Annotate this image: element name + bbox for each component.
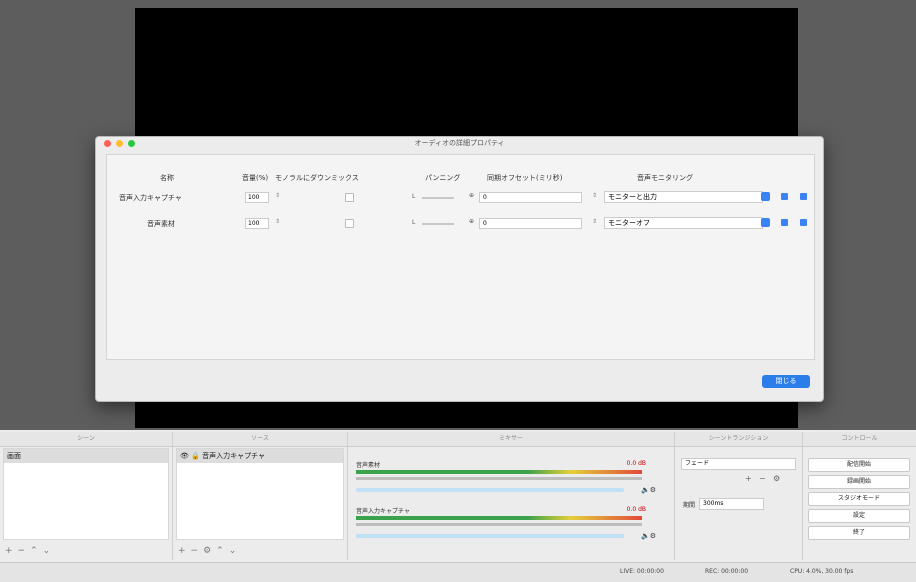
mixer-title: ミキサー — [348, 432, 674, 447]
move-down-icon[interactable]: ⌄ — [229, 546, 242, 556]
dialog-title: オーディオの詳細プロパティ — [414, 139, 505, 147]
row-name: 音声入力キャプチャ — [119, 194, 182, 202]
header-volume: 音量(%) — [242, 174, 269, 182]
scenes-dock: シーン 画面 +−⌃⌄ — [0, 432, 173, 560]
volume-meter — [356, 477, 642, 480]
source-label: 音声入力キャプチャ — [202, 452, 266, 460]
volume-input[interactable]: 100 — [245, 192, 269, 203]
start-streaming-button[interactable]: 配信開始 — [808, 458, 910, 472]
track-checkbox-icon[interactable] — [800, 193, 807, 200]
row-name: 音声素材 — [147, 220, 175, 228]
studio-mode-button[interactable]: スタジオモード — [808, 492, 910, 506]
audio-table: 名称 音量(%) モノラルにダウンミックス パンニング 同期オフセット(ミリ秒)… — [106, 154, 815, 360]
header-sync: 同期オフセット(ミリ秒) — [487, 174, 563, 182]
monitoring-select[interactable]: モニターと出力 — [604, 191, 763, 203]
sources-title: ソース — [173, 432, 347, 447]
remove-icon[interactable]: − — [759, 474, 766, 483]
move-up-icon[interactable]: ⌃ — [216, 546, 229, 556]
duration-input[interactable]: 300ms — [699, 498, 764, 510]
source-toolbar: +−⚙⌃⌄ — [178, 546, 241, 556]
sync-icon: ⊕ — [469, 218, 475, 225]
monitoring-select[interactable]: モニターオフ — [604, 217, 763, 229]
live-time: LIVE: 00:00:00 — [620, 568, 664, 575]
downmix-checkbox[interactable] — [345, 193, 354, 202]
volume-meter — [356, 470, 642, 474]
channel-name: 音声入力キャプチャ — [356, 508, 410, 515]
sources-list: 👁 🔒 音声入力キャプチャ — [176, 448, 344, 540]
list-item[interactable]: 画面 — [4, 449, 168, 463]
lock-icon[interactable]: 🔒 — [191, 452, 200, 460]
start-recording-button[interactable]: 録画開始 — [808, 475, 910, 489]
sync-stepper[interactable]: ⇕ — [592, 218, 597, 225]
channel-db: 0.0 dB — [626, 506, 646, 513]
pan-left-label: L — [412, 193, 416, 200]
duration-label: 期間 — [683, 502, 696, 509]
settings-button[interactable]: 設定 — [808, 509, 910, 523]
header-name: 名称 — [160, 174, 174, 182]
volume-meter — [356, 516, 642, 520]
chevron-down-icon[interactable] — [761, 192, 770, 201]
volume-stepper[interactable]: ⇕ — [275, 218, 280, 225]
mixer-dock: ミキサー 音声素材 0.0 dB 🔈⚙ 音声入力キャプチャ 0.0 dB 🔈⚙ — [348, 432, 675, 560]
controls-title: コントロール — [803, 432, 916, 447]
header-balance: パンニング — [425, 174, 461, 182]
sync-offset-input[interactable]: 0 — [479, 218, 582, 229]
sync-icon: ⊕ — [469, 192, 475, 199]
track-checkbox-icon[interactable] — [781, 193, 788, 200]
cpu-fps: CPU: 4.0%, 30.00 fps — [790, 568, 854, 575]
track-checkbox-icon[interactable] — [800, 219, 807, 226]
pan-slider[interactable] — [422, 223, 454, 225]
scene-toolbar: +−⌃⌄ — [5, 546, 55, 556]
sync-stepper[interactable]: ⇕ — [592, 192, 597, 199]
pan-slider[interactable] — [422, 197, 454, 199]
list-item[interactable]: 👁 🔒 音声入力キャプチャ — [177, 449, 343, 463]
add-icon[interactable]: + — [178, 546, 191, 556]
volume-meter — [356, 523, 642, 526]
transition-select[interactable]: フェード — [681, 458, 796, 470]
speaker-icon[interactable]: 🔈⚙ — [641, 486, 656, 494]
rec-time: REC: 00:00:00 — [705, 568, 749, 575]
downmix-checkbox[interactable] — [345, 219, 354, 228]
header-monitoring: 音声モニタリング — [637, 174, 693, 182]
advanced-audio-dialog: オーディオの詳細プロパティ 名称 音量(%) モノラルにダウンミックス パンニン… — [95, 136, 824, 402]
move-up-icon[interactable]: ⌃ — [30, 546, 43, 556]
controls-dock: コントロール 配信開始 録画開始 スタジオモード 設定 終了 — [803, 432, 916, 560]
volume-slider[interactable] — [356, 534, 624, 538]
pan-left-label: L — [412, 219, 416, 226]
exit-button[interactable]: 終了 — [808, 526, 910, 540]
close-button[interactable]: 閉じる — [762, 375, 810, 388]
scenes-list: 画面 — [3, 448, 169, 540]
volume-slider[interactable] — [356, 488, 624, 492]
scenes-title: シーン — [0, 432, 172, 447]
dialog-titlebar: オーディオの詳細プロパティ — [96, 137, 823, 152]
track-checkbox-icon[interactable] — [781, 219, 788, 226]
header-downmix: モノラルにダウンミックス — [275, 174, 359, 182]
volume-stepper[interactable]: ⇕ — [275, 192, 280, 199]
remove-icon[interactable]: − — [18, 546, 31, 556]
status-bar: LIVE: 00:00:00 REC: 00:00:00 CPU: 4.0%, … — [0, 562, 916, 582]
sync-offset-input[interactable]: 0 — [479, 192, 582, 203]
gear-icon[interactable]: ⚙ — [203, 546, 216, 556]
transitions-title: シーントランジション — [675, 432, 802, 447]
channel-name: 音声素材 — [356, 462, 381, 469]
remove-icon[interactable]: − — [191, 546, 204, 556]
add-icon[interactable]: + — [745, 474, 752, 483]
eye-icon[interactable]: 👁 — [180, 452, 189, 460]
channel-db: 0.0 dB — [626, 460, 646, 467]
transitions-dock: シーントランジション フェード + − ⚙ 期間 300ms — [675, 432, 803, 560]
speaker-icon[interactable]: 🔈⚙ — [641, 532, 656, 540]
volume-input[interactable]: 100 — [245, 218, 269, 229]
sources-dock: ソース 👁 🔒 音声入力キャプチャ +−⚙⌃⌄ — [173, 432, 348, 560]
move-down-icon[interactable]: ⌄ — [43, 546, 56, 556]
gear-icon[interactable]: ⚙ — [773, 474, 780, 483]
add-icon[interactable]: + — [5, 546, 18, 556]
chevron-down-icon[interactable] — [761, 218, 770, 227]
